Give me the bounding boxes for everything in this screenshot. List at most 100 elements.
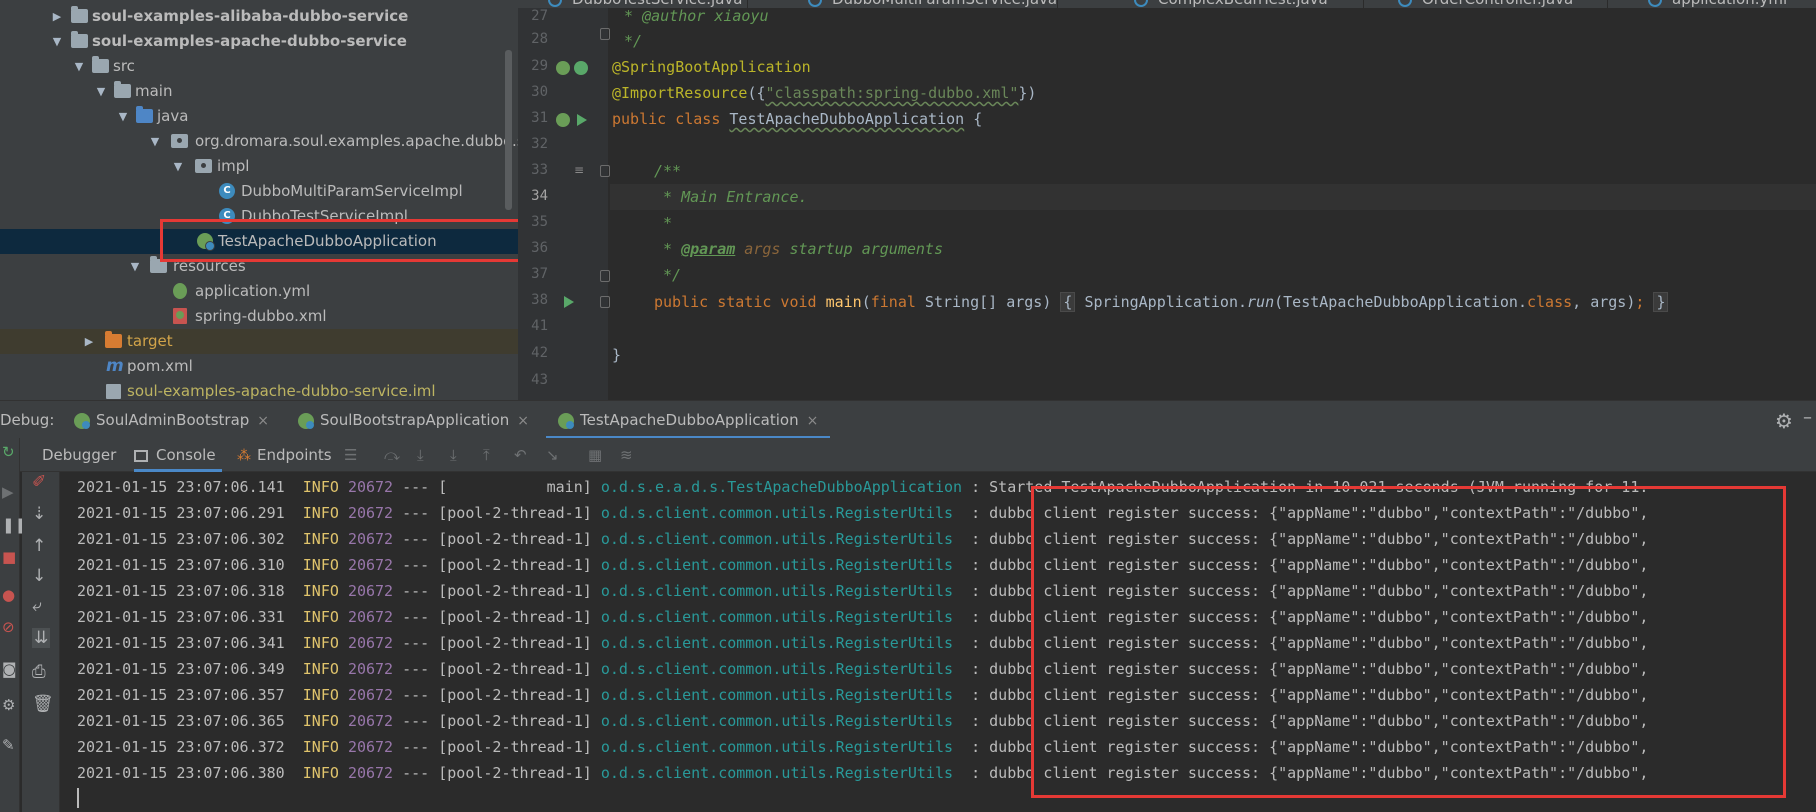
gear-icon[interactable]: ⚙ <box>1775 409 1793 433</box>
collapsed-arrow-icon[interactable]: ▶ <box>82 329 96 354</box>
log-level: INFO <box>302 608 339 626</box>
tree-item-spring-dubbo-xml[interactable]: spring-dubbo.xml <box>0 304 518 329</box>
tree-item-pom-xml[interactable]: m pom.xml <box>0 354 518 379</box>
resume-icon[interactable]: ▶ <box>2 483 14 501</box>
tab-console[interactable]: Console <box>134 438 222 472</box>
view-breakpoints-icon[interactable]: ● <box>2 586 15 604</box>
rerun-icon[interactable]: ↻ <box>2 443 15 461</box>
tree-item-label: java <box>157 107 189 125</box>
expanded-arrow-icon[interactable]: ▼ <box>50 29 64 54</box>
run-tab-soul-admin-bootstrap[interactable]: SoulAdminBootstrap × <box>74 401 269 439</box>
expanded-arrow-icon[interactable]: ▼ <box>171 154 185 179</box>
folded-region[interactable]: } <box>1653 292 1669 312</box>
fold-marker-icon[interactable] <box>600 296 610 308</box>
tab-debugger[interactable]: Debugger <box>42 438 116 472</box>
folded-region[interactable]: { <box>1060 292 1076 312</box>
run-tab-soul-bootstrap-application[interactable]: SoulBootstrapApplication × <box>298 401 529 439</box>
tree-item-apache-module[interactable]: ▼ soul-examples-apache-dubbo-service <box>0 29 518 54</box>
close-icon[interactable]: × <box>517 413 529 429</box>
hide-icon[interactable]: – <box>1803 407 1812 428</box>
expanded-arrow-icon[interactable]: ▼ <box>72 54 86 79</box>
code-token: @SpringBootApplication <box>612 58 811 76</box>
line-number: 42 <box>531 345 548 361</box>
log-logger[interactable]: o.d.s.client.common.utils.RegisterUtils <box>601 738 962 756</box>
tab-endpoints[interactable]: ⁂ Endpoints <box>237 438 332 472</box>
clear-icon[interactable]: ✐ <box>32 472 46 492</box>
trash-icon[interactable]: 🗑 <box>32 694 54 714</box>
sort-down-icon[interactable]: ⇣ <box>32 504 46 524</box>
log-logger[interactable]: o.d.s.client.common.utils.RegisterUtils <box>601 660 962 678</box>
step-into-icon[interactable]: ⤓ <box>450 446 457 464</box>
editor-tab-dubbo-multi-param[interactable]: DubboMultiParamService.java <box>808 0 1058 8</box>
javadoc-render-icon[interactable]: ≡ <box>574 163 584 177</box>
line-number: 35 <box>531 214 548 230</box>
log-logger[interactable]: o.d.s.e.a.d.s.TestApacheDubboApplication <box>601 478 962 496</box>
tree-item-package[interactable]: ▼ org.dromara.soul.examples.apache.dubbo… <box>0 129 518 154</box>
log-logger[interactable]: o.d.s.client.common.utils.RegisterUtils <box>601 634 962 652</box>
show-execution-point-icon[interactable]: ⤼ <box>384 446 400 464</box>
drop-frame-icon[interactable]: ↶ <box>514 446 527 464</box>
tree-item-alibaba-module[interactable]: ▶ soul-examples-alibaba-dubbo-service <box>0 4 518 29</box>
expanded-arrow-icon[interactable]: ▼ <box>116 104 130 129</box>
editor-tab-application-yml[interactable]: application.yml <box>1648 0 1816 8</box>
step-over-icon[interactable]: ⤓ <box>417 446 424 464</box>
expanded-arrow-icon[interactable]: ▼ <box>94 79 108 104</box>
code-token: ( <box>861 293 871 311</box>
log-logger[interactable]: o.d.s.client.common.utils.RegisterUtils <box>601 530 962 548</box>
spring-config-icon[interactable] <box>574 61 588 75</box>
log-separator: --- <box>393 478 439 496</box>
log-logger[interactable]: o.d.s.client.common.utils.RegisterUtils <box>601 504 962 522</box>
line-number: 43 <box>531 372 548 388</box>
tree-item-target[interactable]: ▶ target <box>0 329 518 354</box>
fold-marker-icon[interactable] <box>600 165 610 177</box>
run-main-icon[interactable] <box>564 296 574 308</box>
tree-item-iml[interactable]: soul-examples-apache-dubbo-service.iml <box>0 379 518 400</box>
log-logger[interactable]: o.d.s.client.common.utils.RegisterUtils <box>601 686 962 704</box>
tree-item-application-yml[interactable]: application.yml <box>0 279 518 304</box>
editor-tab-complex-bean-test[interactable]: ComplexBeanTest.java <box>1134 0 1364 8</box>
scroll-to-end-icon[interactable]: ⇊ <box>32 628 51 648</box>
print-icon[interactable]: ⎙ <box>32 662 46 682</box>
evaluate-icon[interactable]: ▦ <box>588 446 602 464</box>
spring-bean-icon[interactable] <box>556 113 570 127</box>
log-logger[interactable]: o.d.s.client.common.utils.RegisterUtils <box>601 556 962 574</box>
tree-item-java[interactable]: ▼ java <box>0 104 518 129</box>
log-thread: [pool-2-thread-1] <box>438 738 592 756</box>
stop-icon[interactable]: ■ <box>2 548 16 566</box>
step-out-icon[interactable]: ⤒ <box>483 446 490 464</box>
collapsed-arrow-icon[interactable]: ▶ <box>50 4 64 29</box>
fold-marker-icon[interactable] <box>600 270 610 282</box>
spring-bean-icon[interactable] <box>556 61 570 75</box>
log-logger[interactable]: o.d.s.client.common.utils.RegisterUtils <box>601 712 962 730</box>
settings-icon[interactable]: ⚙ <box>2 696 15 714</box>
layout-icon[interactable]: ☰ <box>344 446 357 464</box>
editor-tab-order-controller[interactable]: OrderController.java <box>1398 0 1608 8</box>
close-icon[interactable]: × <box>257 413 269 429</box>
down-arrow-icon[interactable]: ↓ <box>32 566 46 586</box>
run-to-cursor-icon[interactable]: ↘ <box>546 446 559 464</box>
tree-item-src[interactable]: ▼ src <box>0 54 518 79</box>
pin-icon[interactable]: ✎ <box>2 736 15 754</box>
log-logger[interactable]: o.d.s.client.common.utils.RegisterUtils <box>601 582 962 600</box>
log-pid: 20672 <box>347 738 394 756</box>
debugger-toolbar: Debugger Console ⁂ Endpoints ☰ ⤼ ⤓ ⤓ ⤒ ↶ … <box>0 438 1816 472</box>
tree-scrollbar[interactable] <box>505 50 512 210</box>
tree-item-multi-param-impl[interactable]: C DubboMultiParamServiceImpl <box>0 179 518 204</box>
log-logger[interactable]: o.d.s.client.common.utils.RegisterUtils <box>601 764 962 782</box>
soft-wrap-icon[interactable]: ⤶ <box>32 596 42 616</box>
up-arrow-icon[interactable]: ↑ <box>32 536 46 556</box>
expanded-arrow-icon[interactable]: ▼ <box>148 129 162 154</box>
expanded-arrow-icon[interactable]: ▼ <box>128 254 142 279</box>
run-tab-test-apache-dubbo-application[interactable]: TestApacheDubboApplication × <box>546 401 831 439</box>
tree-item-main[interactable]: ▼ main <box>0 79 518 104</box>
log-logger[interactable]: o.d.s.client.common.utils.RegisterUtils <box>601 608 962 626</box>
code-editor[interactable]: DubboTestService.java DubboMultiParamSer… <box>518 0 1816 400</box>
close-icon[interactable]: × <box>807 413 819 429</box>
log-separator: --- <box>393 686 439 704</box>
tree-item-impl[interactable]: ▼ impl <box>0 154 518 179</box>
camera-icon[interactable]: ◙ <box>2 660 17 678</box>
run-icon[interactable] <box>577 114 587 126</box>
fold-marker-icon[interactable] <box>600 28 610 40</box>
trace-icon[interactable]: ≋ <box>620 446 633 464</box>
mute-breakpoints-icon[interactable]: ⊘ <box>2 618 15 636</box>
